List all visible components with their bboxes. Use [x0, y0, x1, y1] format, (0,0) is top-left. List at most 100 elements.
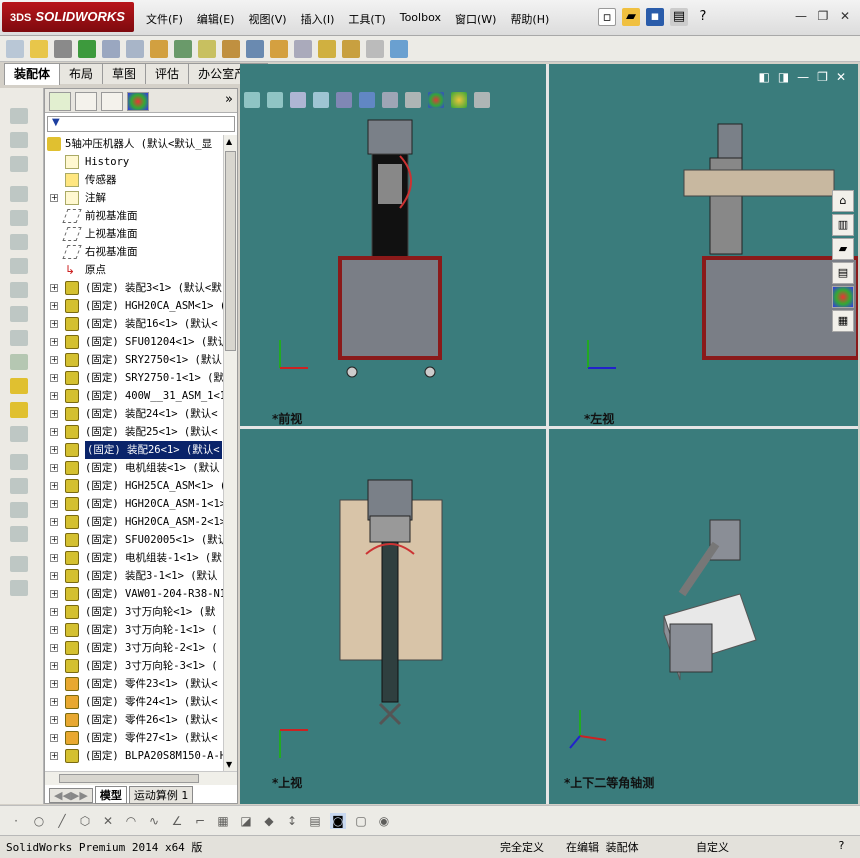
custom-units[interactable]: 自定义 — [696, 839, 729, 855]
expand-icon[interactable]: + — [50, 698, 58, 706]
spline-icon[interactable]: ∿ — [146, 813, 162, 829]
tab-layout[interactable]: 布局 — [59, 63, 104, 84]
smart-fasteners-icon[interactable] — [102, 39, 120, 58]
tree-origin[interactable]: ↳ 原点 — [45, 261, 223, 279]
appearances-icon[interactable] — [832, 286, 854, 308]
home-icon[interactable]: ⌂ — [832, 190, 854, 212]
wireframe-icon[interactable]: ▢ — [353, 813, 369, 829]
tree-vertical-scrollbar[interactable]: ▲ ▼ — [223, 135, 237, 771]
expand-icon[interactable]: + — [50, 662, 58, 670]
tool-icon[interactable] — [10, 502, 28, 518]
tree-component-row[interactable]: + (固定) 400W__31_ASM_1<1 — [45, 387, 223, 405]
expand-icon[interactable]: + — [50, 482, 58, 490]
tree-component-row[interactable]: + (固定) SRY2750-1<1> (默 — [45, 369, 223, 387]
tree-component-row[interactable]: + (固定) 3寸万向轮-3<1> ( — [45, 657, 223, 675]
new-motion-study-icon[interactable] — [222, 39, 240, 58]
tree-top-plane[interactable]: 上视基准面 — [45, 225, 223, 243]
tree-component-row[interactable]: + (固定) HGH20CA_ASM-1<1> — [45, 495, 223, 513]
update-speedpak-icon[interactable] — [342, 39, 360, 58]
menu-window[interactable]: 窗口(W) — [455, 11, 496, 27]
new-document-icon[interactable]: ▫ — [598, 8, 616, 26]
instant3d-icon[interactable] — [318, 39, 336, 58]
show-hidden-icon[interactable] — [150, 39, 168, 58]
help-icon[interactable]: ? — [838, 839, 845, 852]
corner-icon[interactable]: ⌐ — [192, 813, 208, 829]
expand-icon[interactable]: + — [50, 626, 58, 634]
tab-motion-study[interactable]: 运动算例 1 — [128, 786, 194, 804]
menu-toolbox[interactable]: Toolbox — [400, 11, 441, 27]
custom-properties-icon[interactable]: ▦ — [832, 310, 854, 332]
restore-icon[interactable]: ❐ — [814, 8, 832, 24]
expand-icon[interactable]: + — [50, 536, 58, 544]
expand-icon[interactable]: + — [50, 302, 58, 310]
move-icon[interactable]: ↕ — [284, 813, 300, 829]
tree-component-row[interactable]: + (固定) 零件23<1> (默认< — [45, 675, 223, 693]
tool-icon[interactable] — [10, 580, 28, 596]
line-icon[interactable]: ╱ — [54, 813, 70, 829]
tool-icon[interactable] — [10, 556, 28, 572]
property-manager-tab[interactable] — [75, 92, 97, 111]
expand-icon[interactable]: + — [50, 572, 58, 580]
tree-component-row[interactable]: + (固定) 装配16<1> (默认< — [45, 315, 223, 333]
solidworks-logo[interactable]: 3DS SOLIDWORKS — [2, 2, 134, 32]
tab-model[interactable]: 模型 — [94, 786, 127, 804]
expand-icon[interactable]: + — [50, 194, 58, 202]
tree-component-row[interactable]: + (固定) 3寸万向轮<1> (默 — [45, 603, 223, 621]
tree-component-row[interactable]: + (固定) SFU02005<1> (默认 — [45, 531, 223, 549]
expand-icon[interactable]: + — [50, 338, 58, 346]
scroll-thumb[interactable] — [59, 774, 199, 783]
reference-geometry-icon[interactable] — [198, 39, 216, 58]
tool-icon[interactable] — [10, 526, 28, 542]
table-icon[interactable]: ▤ — [307, 813, 323, 829]
expand-icon[interactable]: + — [50, 392, 58, 400]
trim-icon[interactable]: ✕ — [100, 813, 116, 829]
expand-icon[interactable]: + — [50, 320, 58, 328]
explode-line-sketch-icon[interactable] — [294, 39, 312, 58]
tool-icon[interactable] — [10, 306, 28, 322]
tab-sketch[interactable]: 草图 — [102, 63, 147, 84]
grid-icon[interactable]: ▦ — [215, 813, 231, 829]
tree-component-row[interactable]: + (固定) SRY2750<1> (默认 — [45, 351, 223, 369]
help-icon[interactable]: ? — [694, 8, 712, 26]
configuration-manager-tab[interactable] — [101, 92, 123, 111]
scroll-thumb[interactable] — [225, 151, 236, 351]
edit-component-icon[interactable] — [6, 39, 24, 58]
angle-icon[interactable]: ∠ — [169, 813, 185, 829]
expand-icon[interactable]: + — [50, 446, 58, 454]
tool-icon[interactable] — [10, 282, 28, 298]
tree-component-row[interactable]: + (固定) 装配3-1<1> (默认 — [45, 567, 223, 585]
tool-icon[interactable] — [10, 132, 28, 148]
mate-icon[interactable] — [54, 39, 72, 58]
mirror-icon[interactable]: ◪ — [238, 813, 254, 829]
view-palette-icon[interactable]: ▤ — [832, 262, 854, 284]
tool-icon[interactable] — [10, 454, 28, 470]
tree-component-row[interactable]: + (固定) 零件26<1> (默认< — [45, 711, 223, 729]
menu-tools[interactable]: 工具(T) — [348, 11, 385, 27]
expand-icon[interactable]: + — [50, 428, 58, 436]
tree-sensors[interactable]: 传感器 — [45, 171, 223, 189]
expand-icon[interactable]: + — [50, 410, 58, 418]
tool-icon[interactable] — [10, 478, 28, 494]
tool-icon[interactable] — [10, 378, 28, 394]
tool-icon[interactable] — [10, 330, 28, 346]
tree-component-row[interactable]: + (固定) 3寸万向轮-2<1> ( — [45, 639, 223, 657]
tool-icon[interactable] — [10, 186, 28, 202]
assembly-features-icon[interactable] — [174, 39, 192, 58]
graphics-area[interactable]: ◧ ◨ — ❐ ✕ *前视 *左视 *上视 *上下二等角轴测 ⌂ ▥ ▰ ▤ ▦ — [240, 64, 858, 804]
expand-icon[interactable]: + — [50, 590, 58, 598]
file-explorer-icon[interactable]: ▰ — [832, 238, 854, 260]
scroll-up-icon[interactable]: ▲ — [226, 137, 232, 146]
print-icon[interactable]: ▤ — [670, 8, 688, 26]
menu-file[interactable]: 文件(F) — [146, 11, 183, 27]
expand-icon[interactable]: + — [50, 500, 58, 508]
tree-horizontal-scrollbar[interactable] — [45, 771, 237, 785]
exploded-view-icon[interactable] — [270, 39, 288, 58]
bill-of-materials-icon[interactable] — [246, 39, 264, 58]
tree-component-row[interactable]: + (固定) SFU01204<1> (默认 — [45, 333, 223, 351]
tool-icon[interactable] — [10, 210, 28, 226]
menu-view[interactable]: 视图(V) — [248, 11, 286, 27]
cube-icon[interactable]: ◆ — [261, 813, 277, 829]
expand-icon[interactable]: + — [50, 284, 58, 292]
expand-icon[interactable]: + — [50, 374, 58, 382]
design-library-icon[interactable]: ▥ — [832, 214, 854, 236]
